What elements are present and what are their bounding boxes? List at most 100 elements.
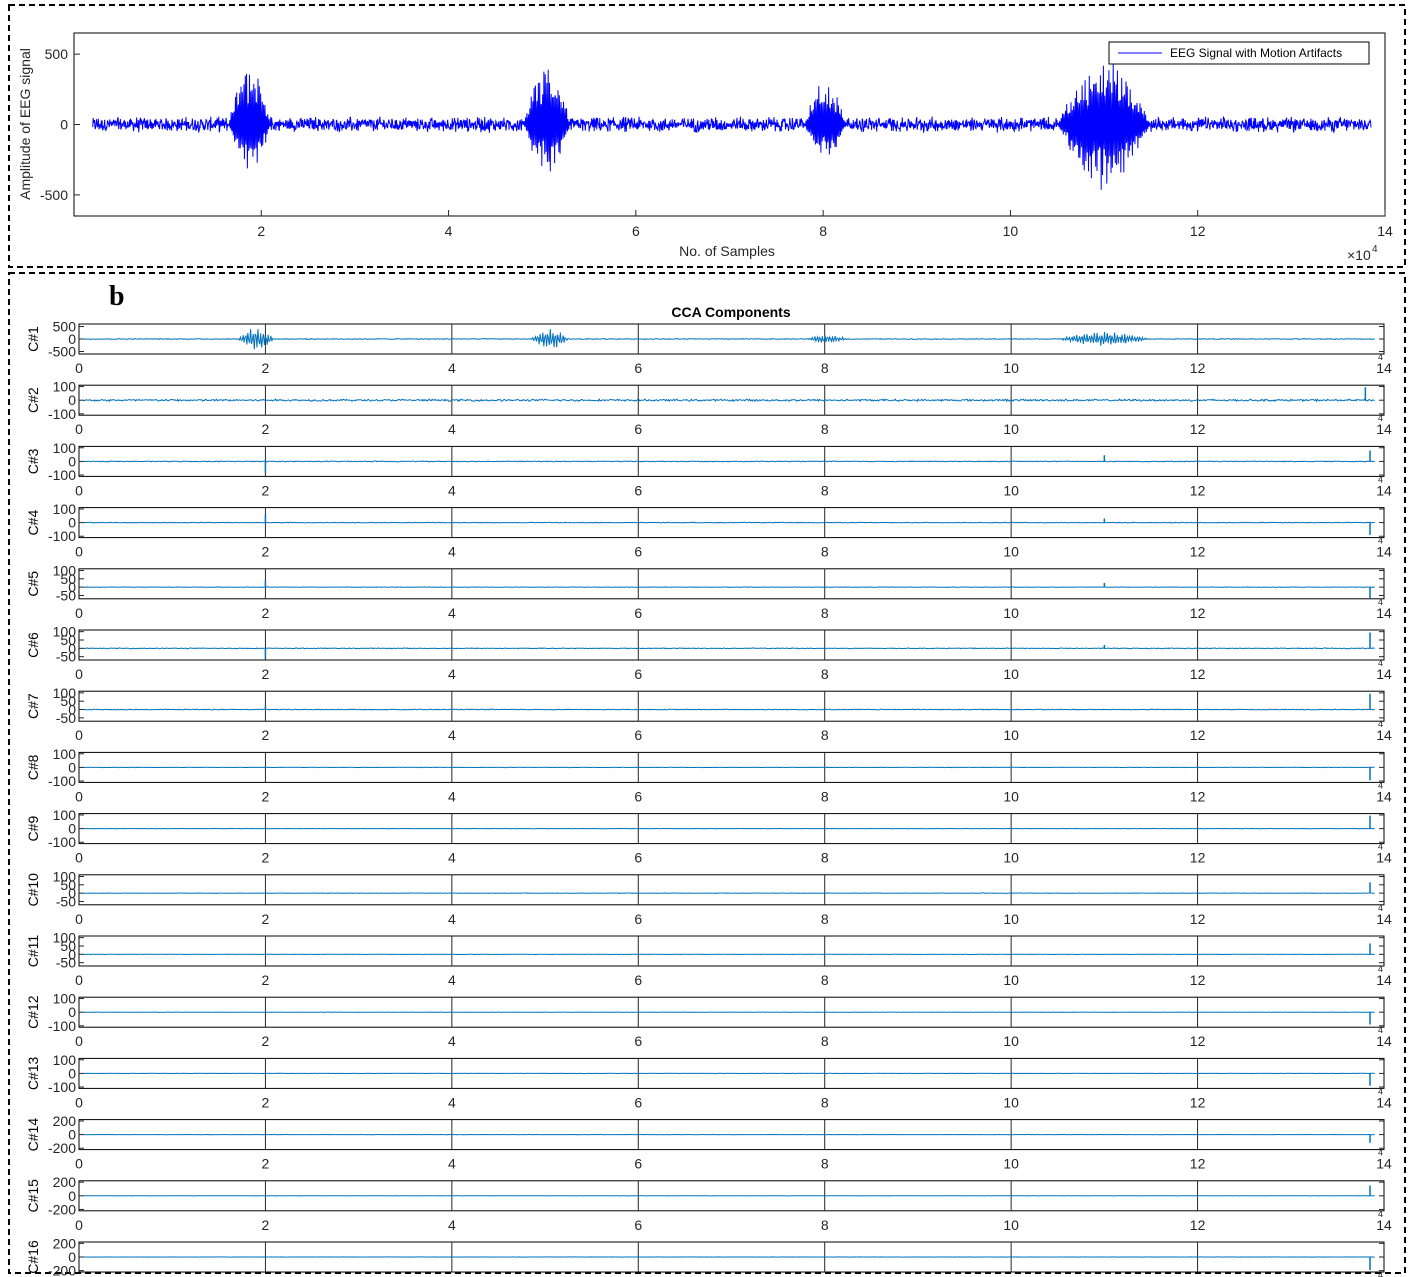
component-y-tick-label: -100 — [48, 773, 76, 789]
component-x-tick-label: 6 — [634, 421, 642, 437]
cca-component-5: C#5 -500501000 2 4 6 8 10 12 144 — [25, 562, 1392, 620]
component-axes — [78, 874, 1385, 906]
component-x-tick-label: 14 — [1376, 1033, 1392, 1049]
component-y-tick-label: 100 — [53, 562, 77, 578]
component-x-tick-label: 6 — [634, 605, 642, 621]
component-x-tick-label: 2 — [262, 421, 270, 437]
component-y-label: C#16 — [25, 1240, 41, 1274]
panel-a-x-multiplier: ×10 — [1347, 247, 1371, 263]
component-x-tick-label: 4 — [448, 421, 456, 437]
component-x-tick-label: 8 — [821, 666, 829, 682]
component-x-tick-label: 12 — [1190, 605, 1206, 621]
cca-component-15: C#15 -20002000 2 4 6 8 10 12 144 — [25, 1174, 1392, 1233]
cca-component-2: C#2-10001000 2 4 6 8 10 12 144 — [25, 379, 1392, 438]
component-y-label: C#4 — [25, 510, 41, 536]
component-y-tick-label: 0 — [68, 1249, 76, 1265]
panel-a-legend-label: EEG Signal with Motion Artifacts — [1170, 46, 1342, 60]
component-x-tick-label: 4 — [448, 911, 456, 927]
component-x-tick-label: 4 — [448, 360, 456, 376]
component-x-tick-label: 4 — [448, 788, 456, 804]
component-x-tick-label: 4 — [448, 1094, 456, 1110]
component-y-label: C#12 — [25, 995, 41, 1029]
component-y-tick-label: 100 — [53, 624, 77, 640]
cca-component-9: C#9-10001000 2 4 6 8 10 12 144 — [25, 807, 1392, 866]
component-x-tick-label: 0 — [75, 1156, 83, 1172]
component-x-tick-label: 14 — [1376, 850, 1392, 866]
component-x-tick-label: 8 — [821, 1156, 829, 1172]
component-x-tick-label: 14 — [1376, 544, 1392, 560]
component-x-tick-label: 6 — [634, 482, 642, 498]
component-x-tick-label: 12 — [1190, 1033, 1206, 1049]
component-x-tick-label: 10 — [1003, 605, 1019, 621]
component-x-tick-label: 6 — [634, 972, 642, 988]
component-y-label: C#11 — [25, 935, 41, 968]
component-y-tick-label: -100 — [48, 406, 76, 422]
component-y-tick-label: 0 — [68, 453, 76, 469]
component-clipped-exponent: 4 — [1378, 780, 1383, 790]
component-clipped-exponent: 4 — [1378, 1086, 1383, 1096]
cca-component-12: C#12 -10001000 2 4 6 8 10 12 144 — [25, 991, 1392, 1050]
component-x-tick-label: 6 — [634, 360, 642, 376]
panel-a-x-tick-label: 4 — [445, 223, 453, 239]
component-x-tick-label: 4 — [448, 727, 456, 743]
component-x-tick-label: 8 — [821, 1033, 829, 1049]
panel-a-x-tick-label: 6 — [632, 223, 640, 239]
component-x-tick-label: 10 — [1003, 1156, 1019, 1172]
component-y-label: C#10 — [25, 873, 41, 907]
panel-a-x-multiplier-exponent: 4 — [1372, 244, 1378, 255]
component-x-tick-label: 2 — [262, 911, 270, 927]
component-x-tick-label: 10 — [1003, 666, 1019, 682]
component-clipped-exponent: 4 — [1378, 658, 1383, 668]
component-x-tick-label: 10 — [1003, 972, 1019, 988]
component-x-tick-label: 6 — [634, 911, 642, 927]
component-series-line — [83, 892, 1375, 894]
component-y-tick-label: 100 — [53, 501, 77, 517]
cca-component-6: C#6 -500501000 2 4 6 8 10 12 144 — [25, 624, 1392, 682]
component-y-tick-label: 100 — [53, 379, 77, 395]
component-x-tick-label: 8 — [821, 1094, 829, 1110]
component-x-tick-label: 14 — [1376, 360, 1392, 376]
component-x-tick-label: 4 — [448, 482, 456, 498]
component-x-tick-label: 10 — [1003, 1094, 1019, 1110]
panel-a-y-axis-label: Amplitude of EEG signal — [17, 48, 33, 200]
component-axes — [78, 690, 1385, 722]
component-x-tick-label: 12 — [1190, 1156, 1206, 1172]
component-y-tick-label: 500 — [53, 319, 77, 335]
panel-a-x-tick-label: 12 — [1190, 223, 1206, 239]
component-series-line — [83, 521, 1375, 524]
cca-component-8: C#8-10001000 2 4 6 8 10 12 144 — [25, 746, 1392, 805]
component-x-tick-label: 0 — [75, 850, 83, 866]
component-y-label: C#14 — [25, 1118, 41, 1152]
component-x-tick-label: 6 — [634, 1033, 642, 1049]
component-x-tick-label: 14 — [1376, 666, 1392, 682]
component-x-tick-label: 6 — [634, 1094, 642, 1110]
component-x-tick-label: 2 — [262, 972, 270, 988]
component-clipped-exponent: 4 — [1378, 352, 1383, 362]
component-x-tick-label: 12 — [1190, 1094, 1206, 1110]
component-x-tick-label: 2 — [262, 1217, 270, 1233]
component-x-tick-label: 10 — [1003, 360, 1019, 376]
component-y-tick-label: -100 — [48, 1018, 76, 1034]
panel-a-x-tick-label: 14 — [1377, 223, 1393, 239]
component-x-tick-label: 2 — [262, 544, 270, 560]
component-x-tick-label: 14 — [1376, 1217, 1392, 1233]
component-x-tick-label: 4 — [448, 1156, 456, 1172]
component-x-tick-label: 0 — [75, 1033, 83, 1049]
component-x-tick-label: 2 — [262, 605, 270, 621]
component-y-tick-label: 0 — [68, 759, 76, 775]
component-y-tick-label: 0 — [68, 1065, 76, 1081]
component-y-tick-label: 100 — [53, 440, 77, 456]
component-x-tick-label: 10 — [1003, 911, 1019, 927]
component-clipped-exponent: 4 — [1378, 964, 1383, 974]
component-x-tick-label: 8 — [821, 788, 829, 804]
cca-component-10: C#10 -500501000 2 4 6 8 10 12 144 — [25, 868, 1392, 926]
component-y-tick-label: 100 — [53, 1052, 77, 1068]
component-x-tick-label: 8 — [821, 850, 829, 866]
figure-canvas: a 2468101214 -5000500 No. of Samples Amp… — [8, 4, 1406, 1277]
panel-a-y-tick-label: 0 — [60, 117, 68, 133]
component-x-tick-label: 14 — [1376, 911, 1392, 927]
component-x-tick-label: 8 — [821, 727, 829, 743]
component-y-tick-label: 200 — [53, 1235, 77, 1251]
component-x-tick-label: 12 — [1190, 360, 1206, 376]
component-x-tick-label: 14 — [1376, 1156, 1392, 1172]
